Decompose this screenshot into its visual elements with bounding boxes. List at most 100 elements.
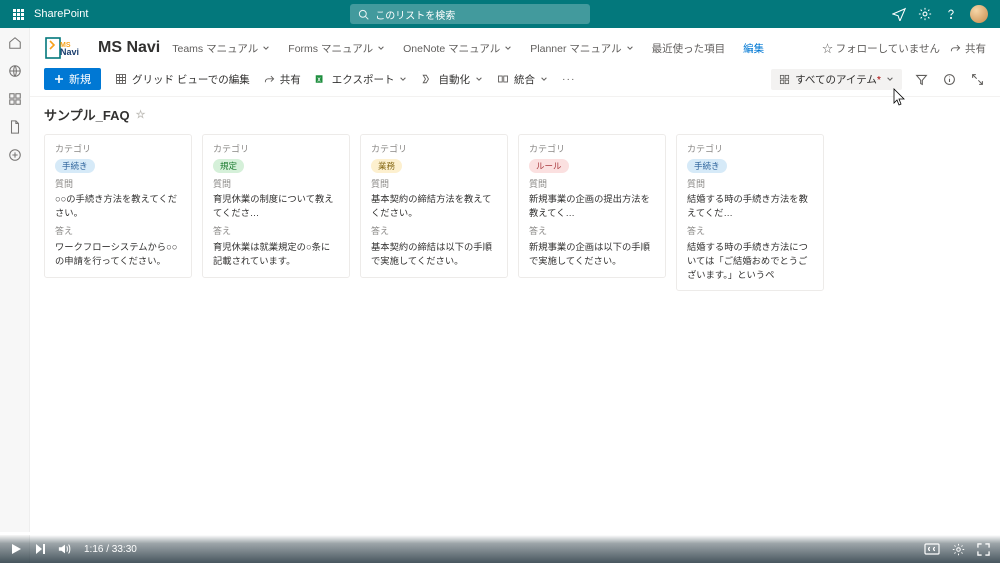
grid-edit-icon <box>115 73 127 85</box>
question-text: 育児休業の制度について教えてくださ… <box>213 193 339 221</box>
page-content: NaviMS MS Navi Teams マニュアル Forms マニュアル O… <box>30 28 1000 563</box>
play-icon[interactable] <box>10 543 22 555</box>
answer-text: 結婚する時の手続き方法については「ご結婚おめでとうございます。」というペ <box>687 241 813 283</box>
document-icon[interactable] <box>8 120 22 134</box>
export-button[interactable]: Xエクスポート <box>315 72 408 87</box>
category-pill: 手続き <box>687 159 727 174</box>
automate-button[interactable]: 自動化 <box>421 72 483 87</box>
share-icon <box>950 43 961 54</box>
filter-button[interactable] <box>912 70 930 88</box>
question-text: 新規事業の企画の提出方法を教えてく… <box>529 193 655 221</box>
list-card[interactable]: カテゴリ手続き質問結婚する時の手続き方法を教えてくだ… 答え結婚する時の手続き方法… <box>676 134 824 291</box>
home-icon[interactable] <box>8 36 22 50</box>
favorite-toggle[interactable]: ☆ <box>136 108 146 121</box>
hub-nav-recent[interactable]: 最近使った項目 <box>652 41 726 56</box>
suite-brand[interactable]: SharePoint <box>34 8 88 20</box>
svg-text:MS: MS <box>60 42 71 49</box>
list-card[interactable]: カテゴリ規定質問育児休業の制度について教えてくださ… 答え育児休業は就業規定の○条… <box>202 134 350 278</box>
answer-text: ワークフローシステムから○○の申請を行ってください。 <box>55 241 181 269</box>
category-pill: 規定 <box>213 159 244 174</box>
category-label: カテゴリ <box>529 143 655 157</box>
list-card[interactable]: カテゴリルール質問新規事業の企画の提出方法を教えてく… 答え新規事業の企画は以下の… <box>518 134 666 278</box>
answer-label: 答え <box>529 225 655 239</box>
answer-text: 基本契約の締結は以下の手順で実施してください。 <box>371 241 497 269</box>
site-share[interactable]: 共有 <box>950 41 986 56</box>
search-icon <box>358 9 369 20</box>
question-label: 質問 <box>371 178 497 192</box>
info-icon <box>943 73 956 86</box>
chevron-down-icon <box>504 44 512 52</box>
answer-label: 答え <box>55 225 181 239</box>
answer-label: 答え <box>371 225 497 239</box>
category-label: カテゴリ <box>371 143 497 157</box>
settings-icon[interactable] <box>918 7 932 21</box>
category-label: カテゴリ <box>213 143 339 157</box>
flow-icon <box>421 73 433 85</box>
site-header-right: ☆ フォローしていません 共有 <box>822 41 986 56</box>
answer-text: 育児休業は就業規定の○条に記載されています。 <box>213 241 339 269</box>
share-icon <box>264 74 275 85</box>
grid-icon[interactable] <box>8 92 22 106</box>
excel-icon: X <box>315 73 327 85</box>
share-button[interactable]: 共有 <box>264 72 301 87</box>
question-label: 質問 <box>213 178 339 192</box>
help-icon[interactable] <box>944 7 958 21</box>
send-icon[interactable] <box>892 7 906 21</box>
category-label: カテゴリ <box>55 143 181 157</box>
add-circle-icon[interactable] <box>8 148 22 162</box>
category-pill: 手続き <box>55 159 95 174</box>
category-pill: 業務 <box>371 159 402 174</box>
question-label: 質問 <box>55 178 181 192</box>
integrate-icon <box>497 73 509 85</box>
integrate-button[interactable]: 統合 <box>497 72 548 87</box>
question-label: 質問 <box>529 178 655 192</box>
more-button[interactable]: ··· <box>562 73 576 85</box>
hub-nav-item[interactable]: Planner マニュアル <box>530 41 633 56</box>
list-card[interactable]: カテゴリ手続き質問○○の手続き方法を教えてください。答えワークフローシステムから… <box>44 134 192 278</box>
app-launcher[interactable] <box>8 9 28 20</box>
hub-nav-item[interactable]: Teams マニュアル <box>172 41 270 56</box>
site-header: NaviMS MS Navi Teams マニュアル Forms マニュアル O… <box>30 28 1000 62</box>
gallery-icon <box>779 74 790 85</box>
list-title: サンプル_FAQ ☆ <box>30 97 1000 128</box>
filter-icon <box>915 73 928 86</box>
settings-icon[interactable] <box>952 543 965 556</box>
list-card[interactable]: カテゴリ業務質問基本契約の締結方法を教えてください。答え基本契約の締結は以下の手… <box>360 134 508 278</box>
answer-label: 答え <box>687 225 813 239</box>
question-text: 基本契約の締結方法を教えてください。 <box>371 193 497 221</box>
chevron-down-icon <box>626 44 634 52</box>
cc-icon[interactable] <box>924 543 940 555</box>
answer-label: 答え <box>213 225 339 239</box>
info-button[interactable] <box>940 70 958 88</box>
hub-nav: Teams マニュアル Forms マニュアル OneNote マニュアル Pl… <box>172 41 764 56</box>
chevron-down-icon <box>540 75 548 83</box>
chevron-down-icon <box>377 44 385 52</box>
site-logo[interactable]: NaviMS <box>44 34 86 62</box>
suite-search[interactable]: このリストを検索 <box>350 4 590 24</box>
new-button[interactable]: 新規 <box>44 68 101 90</box>
site-title[interactable]: MS Navi <box>98 39 160 57</box>
svg-text:X: X <box>317 77 321 83</box>
category-label: カテゴリ <box>687 143 813 157</box>
user-avatar[interactable] <box>970 5 988 23</box>
next-icon[interactable] <box>34 543 46 555</box>
answer-text: 新規事業の企画は以下の手順で実施してください。 <box>529 241 655 269</box>
category-pill: ルール <box>529 159 569 174</box>
fullscreen-icon[interactable] <box>977 543 990 556</box>
question-text: 結婚する時の手続き方法を教えてくだ… <box>687 193 813 221</box>
follow-toggle[interactable]: ☆ フォローしていません <box>822 41 940 56</box>
video-time: 1:16 / 33:30 <box>84 544 137 555</box>
chevron-down-icon <box>262 44 270 52</box>
globe-icon[interactable] <box>8 64 22 78</box>
volume-icon[interactable] <box>58 543 72 555</box>
view-selector[interactable]: すべてのアイテム* <box>771 69 902 90</box>
chevron-down-icon <box>886 75 894 83</box>
hub-nav-item[interactable]: OneNote マニュアル <box>403 41 512 56</box>
expand-button[interactable] <box>968 70 986 88</box>
plus-icon <box>54 74 64 84</box>
question-label: 質問 <box>687 178 813 192</box>
hub-nav-item[interactable]: Forms マニュアル <box>288 41 385 56</box>
hub-nav-edit[interactable]: 編集 <box>743 41 764 56</box>
suite-bar: SharePoint このリストを検索 <box>0 0 1000 28</box>
grid-edit-button[interactable]: グリッド ビューでの編集 <box>115 72 250 87</box>
